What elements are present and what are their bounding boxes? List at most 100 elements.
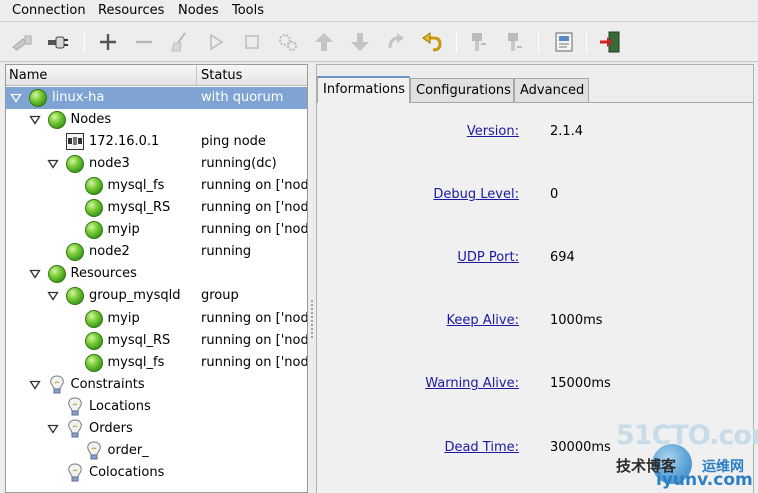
tree-row-label: order_ [107, 442, 149, 458]
menu-connection[interactable]: Connection [12, 3, 86, 18]
active-icon[interactable] [502, 30, 526, 54]
expander-open-icon[interactable] [47, 158, 59, 170]
connect-icon[interactable] [46, 30, 70, 54]
tree-row[interactable]: node3 running(dc) [6, 153, 307, 175]
column-divider[interactable] [196, 66, 197, 85]
move-down-icon[interactable] [348, 30, 372, 54]
warning-alive-label[interactable]: Warning Alive: [425, 376, 519, 391]
column-header-status[interactable]: Status [201, 68, 242, 83]
cleanup-icon[interactable] [168, 30, 192, 54]
tree-row-status: running(dc) [201, 156, 277, 172]
standby-icon[interactable] [466, 30, 490, 54]
tab-configurations[interactable]: Configurations [410, 78, 514, 102]
constraint-bulb-icon [68, 419, 82, 438]
pane-splitter[interactable] [309, 64, 315, 493]
expander-open-icon[interactable] [28, 379, 41, 391]
tree-row-status: ping node [201, 134, 266, 150]
tree-row-status: running on ['nod [201, 200, 307, 216]
stop-icon[interactable] [240, 30, 264, 54]
tree-row[interactable]: mysql_fs running on ['nod [6, 175, 307, 197]
tree-row[interactable]: myip running on ['nod [6, 308, 307, 330]
version-value: 2.1.4 [550, 124, 584, 139]
tab-advanced[interactable]: Advanced [514, 78, 589, 102]
expander-open-icon[interactable] [28, 114, 41, 126]
tree-row[interactable]: linux-ha with quorum [6, 87, 307, 109]
watermark: 51CTO.com 技术博客运维网 iyunv.com [612, 418, 758, 493]
expander-open-icon[interactable] [47, 423, 59, 435]
tree-row-status: running on ['nod [201, 222, 307, 238]
migrate-icon[interactable] [276, 30, 300, 54]
tree-row[interactable]: mysql_fs running on ['nod [6, 352, 307, 374]
tree-row[interactable]: group_mysqld group [6, 285, 307, 307]
tree-row[interactable]: Constraints [6, 374, 307, 396]
status-running-icon [66, 287, 84, 306]
tab-informations[interactable]: Informations [317, 76, 410, 103]
tree-row-label: myip [107, 310, 140, 326]
tree-row-label: Constraints [70, 376, 145, 392]
tree-row-label: mysql_RS [107, 332, 171, 348]
tree-row-label: mysql_fs [107, 178, 165, 194]
constraint-bulb-icon [68, 397, 82, 416]
menu-nodes[interactable]: Nodes [178, 3, 219, 18]
tree-row-label: 172.16.0.1 [89, 134, 160, 150]
tree-row[interactable]: Colocations [6, 462, 307, 484]
move-up-icon[interactable] [312, 30, 336, 54]
exit-icon[interactable] [598, 30, 622, 54]
constraint-bulb-icon [86, 441, 101, 460]
add-icon[interactable] [96, 30, 120, 54]
cluster-tree[interactable]: Name Status linux-ha with quorum Nodes 172.… [5, 64, 308, 493]
tree-row-status: with quorum [201, 90, 284, 105]
debug-level-value: 0 [550, 187, 559, 202]
tree-row[interactable]: Orders [6, 418, 307, 440]
expander-open-icon[interactable] [28, 268, 41, 280]
start-icon[interactable] [204, 30, 228, 54]
toolbar-separator [586, 31, 587, 53]
tree-row-label: node3 [89, 156, 130, 172]
status-running-icon [66, 243, 84, 262]
tree-row-label: myip [107, 222, 140, 238]
undo-icon[interactable] [420, 30, 444, 54]
remove-icon[interactable] [132, 30, 156, 54]
tree-row[interactable]: Locations [6, 396, 307, 418]
menu-tools[interactable]: Tools [232, 3, 264, 18]
tree-row[interactable]: 172.16.0.1 ping node [6, 131, 307, 153]
keep-alive-value: 1000ms [550, 313, 603, 328]
redo-icon[interactable] [384, 30, 408, 54]
status-running-icon [29, 89, 47, 107]
disconnect-icon[interactable] [10, 30, 34, 54]
dead-time-label[interactable]: Dead Time: [444, 440, 519, 455]
tree-row[interactable]: mysql_RS running on ['nod [6, 197, 307, 219]
tree-row[interactable]: myip running on ['nod [6, 219, 307, 241]
tree-row-label: Colocations [89, 464, 165, 480]
tree-row-label: mysql_fs [107, 354, 165, 370]
expander-open-icon[interactable] [10, 92, 22, 104]
tree-row-label: mysql_RS [107, 200, 171, 216]
tree-row[interactable]: Resources [6, 263, 307, 285]
tree-row-status: running on ['nod [201, 178, 307, 194]
expander-open-icon[interactable] [47, 290, 59, 302]
tree-row-status: running on ['nod [201, 354, 307, 370]
tree-row[interactable]: order_ [6, 440, 307, 462]
tree-row[interactable]: Nodes [6, 109, 307, 131]
tree-row-status: running on ['nod [201, 332, 307, 348]
watermark-url: iyunv.com [656, 470, 753, 490]
udp-port-label[interactable]: UDP Port: [457, 250, 519, 265]
debug-level-label[interactable]: Debug Level: [433, 187, 519, 202]
version-label[interactable]: Version: [467, 124, 519, 139]
watermark-title: 51CTO.com [616, 420, 758, 451]
dead-time-value: 30000ms [550, 440, 611, 455]
tree-row[interactable]: node2 running [6, 241, 307, 263]
keep-alive-label[interactable]: Keep Alive: [447, 313, 519, 328]
tree-row-label: Nodes [70, 112, 112, 128]
tree-row[interactable]: mysql_RS running on ['nod [6, 330, 307, 352]
status-running-icon [47, 111, 66, 130]
column-header-name[interactable]: Name [9, 68, 47, 83]
view-log-icon[interactable] [552, 30, 576, 54]
tree-row-label: linux-ha [52, 90, 105, 105]
ping-node-icon [66, 133, 84, 151]
tree-row-status: group [201, 288, 239, 304]
splitter-grip[interactable] [310, 299, 314, 339]
status-running-icon [47, 265, 66, 284]
menu-resources[interactable]: Resources [98, 3, 164, 18]
toolbar [0, 22, 758, 62]
